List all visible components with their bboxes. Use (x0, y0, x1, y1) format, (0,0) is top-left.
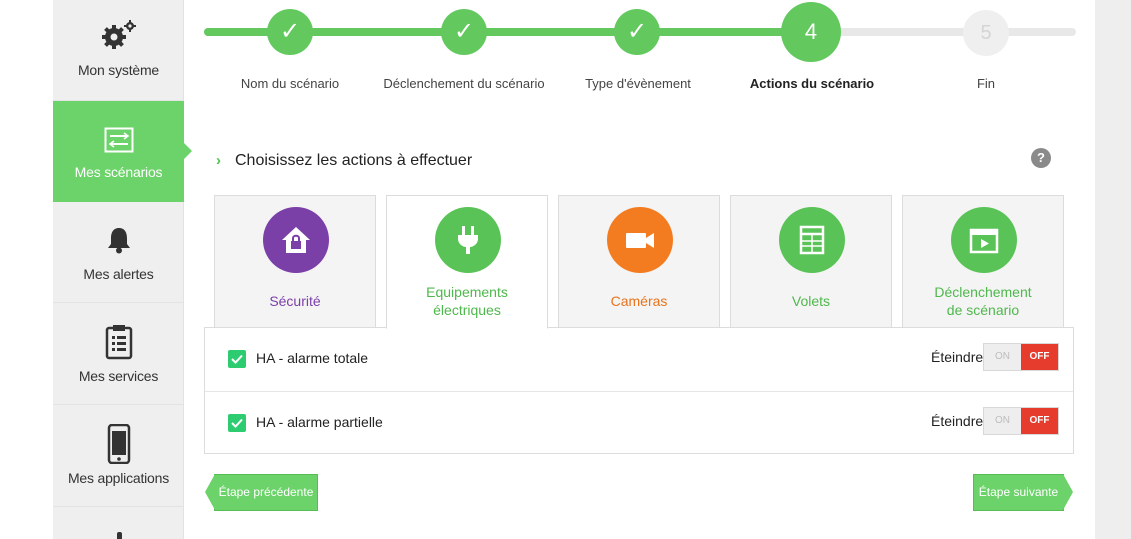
category-tab-volets[interactable]: Volets (730, 195, 892, 328)
action-label: HA - alarme totale (256, 350, 369, 366)
toggle-on-option[interactable]: ON (984, 408, 1021, 434)
step-3-done: ✓ (614, 9, 660, 55)
sidebar-item-label: Mes scénarios (74, 164, 163, 180)
house-lock-icon (263, 207, 329, 273)
category-label-line2: électriques (433, 302, 501, 318)
section-heading: › Choisissez les actions à effectuer (216, 152, 472, 170)
sidebar-item-mes-alertes[interactable]: Mes alertes (53, 202, 184, 303)
step-2-label: Déclenchement du scénario (383, 76, 545, 91)
partial-icon (111, 528, 127, 539)
sidebar-item-mon-systeme[interactable]: Mon système (53, 0, 184, 101)
left-gutter (0, 0, 53, 539)
bell-icon (106, 226, 132, 259)
sidebar-item-mes-services[interactable]: Mes services (53, 304, 184, 405)
sidebar-item-label: Mes services (78, 368, 159, 384)
category-label-line2: de scénario (946, 302, 1020, 318)
clipboard-icon (105, 324, 133, 365)
next-step-button[interactable]: Étape suivante (973, 474, 1073, 511)
toggle-off-option[interactable]: OFF (1021, 344, 1058, 370)
toggle-off-option[interactable]: OFF (1021, 408, 1058, 434)
toggle-on-option[interactable]: ON (984, 344, 1021, 370)
step-5-label: Fin (976, 76, 996, 91)
actions-panel: HA - alarme totale Éteindre ON OFF HA - … (204, 327, 1074, 454)
scenario-list-icon (104, 127, 134, 158)
on-off-toggle[interactable]: ON OFF (983, 407, 1059, 435)
previous-step-button[interactable]: Étape précédente (205, 474, 318, 511)
step-4-current: 4 (781, 2, 841, 62)
step-3-label: Type d'évènement (585, 76, 691, 91)
action-checkbox[interactable] (228, 350, 246, 368)
step-1-done: ✓ (267, 9, 313, 55)
gears-icon (99, 20, 139, 55)
right-gutter (1095, 0, 1131, 539)
category-label-line1: Déclenchement (934, 284, 1032, 300)
step-5-todo: 5 (963, 10, 1009, 56)
action-mode-label: Éteindre (931, 413, 984, 429)
smartphone-icon (107, 423, 131, 469)
video-camera-icon (607, 207, 673, 273)
scenario-wizard-page: Mon système Mes scénarios Mes alertes Me… (0, 0, 1131, 539)
step-2-done: ✓ (441, 9, 487, 55)
category-tab-cameras[interactable]: Caméras (558, 195, 720, 328)
category-label: Caméras (610, 293, 668, 309)
help-icon[interactable]: ? (1031, 148, 1051, 168)
sidebar: Mon système Mes scénarios Mes alertes Me… (53, 0, 192, 539)
category-label: Sécurité (269, 293, 321, 309)
step-4-label: Actions du scénario (749, 76, 875, 91)
shutter-icon (779, 207, 845, 273)
section-title: Choisissez les actions à effectuer (235, 152, 473, 169)
action-row: HA - alarme totale Éteindre ON OFF (205, 328, 1073, 391)
category-tab-securite[interactable]: Sécurité (214, 195, 376, 328)
action-label: HA - alarme partielle (256, 414, 383, 430)
chevron-right-icon: › (216, 152, 221, 169)
category-label-line1: Equipements (426, 284, 508, 300)
sidebar-item-label: Mes applications (67, 470, 170, 486)
action-checkbox[interactable] (228, 414, 246, 432)
category-tab-equipements-electriques[interactable]: Equipements électriques (386, 195, 548, 329)
step-1-label: Nom du scénario (240, 76, 340, 91)
plug-icon (435, 207, 501, 273)
sidebar-item-label: Mes alertes (83, 266, 154, 282)
action-row: HA - alarme partielle Éteindre ON OFF (205, 391, 1073, 454)
sidebar-item-mes-scenarios[interactable]: Mes scénarios (53, 101, 192, 202)
film-play-icon (951, 207, 1017, 273)
sidebar-item-mes-applications[interactable]: Mes applications (53, 406, 184, 507)
sidebar-item-partial[interactable] (53, 508, 184, 539)
sidebar-item-label: Mon système (77, 62, 160, 78)
on-off-toggle[interactable]: ON OFF (983, 343, 1059, 371)
category-tab-declenchement-de-scenario[interactable]: Déclenchement de scénario (902, 195, 1064, 328)
action-mode-label: Éteindre (931, 349, 984, 365)
category-label: Volets (791, 293, 831, 309)
